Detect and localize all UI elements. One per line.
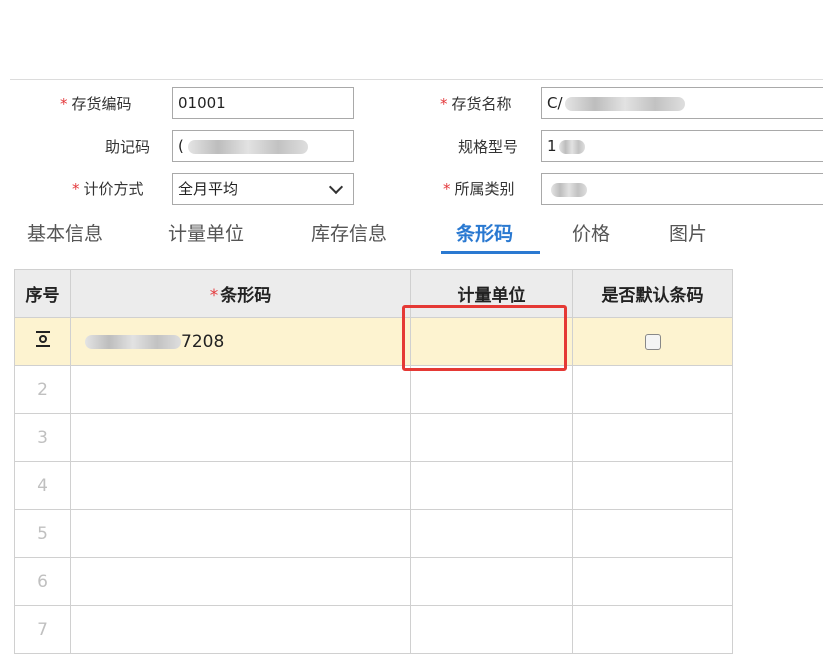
unit-cell[interactable] xyxy=(410,557,573,606)
tab-price[interactable]: 价格 xyxy=(572,219,610,246)
table-row[interactable]: 3 xyxy=(14,413,733,462)
unit-cell[interactable] xyxy=(410,413,573,462)
name-label: * 存货名称 xyxy=(440,95,512,113)
default-cell[interactable] xyxy=(572,461,733,510)
barcode-cell[interactable] xyxy=(70,365,411,414)
row-number: 4 xyxy=(14,461,71,510)
unit-cell[interactable] xyxy=(410,509,573,558)
barcode-cell[interactable] xyxy=(70,461,411,510)
default-cell[interactable] xyxy=(572,557,733,606)
mnemonic-field[interactable]: ( xyxy=(172,130,354,162)
barcode-cell[interactable] xyxy=(70,557,411,606)
default-cell[interactable] xyxy=(572,413,733,462)
default-cell xyxy=(572,317,733,366)
table-row[interactable]: 4 xyxy=(14,461,733,510)
table-row[interactable]: 7208 xyxy=(14,317,733,366)
default-cell[interactable] xyxy=(572,605,733,654)
col-header-no: 序号 xyxy=(14,269,71,318)
row-number: 5 xyxy=(14,509,71,558)
tab-basic-info[interactable]: 基本信息 xyxy=(27,219,103,246)
table-row[interactable]: 5 xyxy=(14,509,733,558)
default-cell[interactable] xyxy=(572,365,733,414)
tab-inventory-info[interactable]: 库存信息 xyxy=(311,219,387,246)
pricing-select[interactable]: 全月平均 xyxy=(172,173,354,205)
row-number: 7 xyxy=(14,605,71,654)
category-label: * 所属类别 xyxy=(443,180,515,198)
active-tab-indicator xyxy=(441,251,540,254)
chevron-down-icon xyxy=(328,179,344,195)
pricing-label: * 计价方式 xyxy=(72,180,144,198)
unit-cell[interactable] xyxy=(410,365,573,414)
name-field[interactable]: C/ xyxy=(541,87,823,119)
table-row[interactable]: 6 xyxy=(14,557,733,606)
row-number: 6 xyxy=(14,557,71,606)
row-number: 3 xyxy=(14,413,71,462)
barcode-cell[interactable]: 7208 xyxy=(70,317,411,366)
unit-cell[interactable] xyxy=(410,605,573,654)
default-cell[interactable] xyxy=(572,509,733,558)
top-divider xyxy=(10,79,823,80)
unit-cell[interactable] xyxy=(410,461,573,510)
barcode-cell[interactable] xyxy=(70,509,411,558)
tab-barcode[interactable]: 条形码 xyxy=(456,219,513,246)
highlight-annotation-box xyxy=(402,305,567,371)
barcode-cell[interactable] xyxy=(70,605,411,654)
tab-picture[interactable]: 图片 xyxy=(669,219,707,246)
barcode-cell[interactable] xyxy=(70,413,411,462)
table-header-row: 序号 * 条形码 计量单位 是否默认条码 xyxy=(14,269,733,318)
table-row[interactable]: 2 xyxy=(14,365,733,414)
code-field[interactable]: 01001 xyxy=(172,87,354,119)
row-number: 2 xyxy=(14,365,71,414)
row-settings-icon[interactable] xyxy=(14,317,71,366)
tab-measure-unit[interactable]: 计量单位 xyxy=(168,219,244,246)
table-row[interactable]: 7 xyxy=(14,605,733,654)
code-label: * 存货编码 xyxy=(60,95,132,113)
category-field[interactable] xyxy=(541,173,823,205)
spec-field[interactable]: 1 xyxy=(541,130,823,162)
col-header-default: 是否默认条码 xyxy=(572,269,733,318)
default-barcode-checkbox[interactable] xyxy=(644,333,661,350)
mnemonic-label: 助记码 xyxy=(105,138,151,156)
barcode-table: 序号 * 条形码 计量单位 是否默认条码 7208 2 3 4 5 6 7 xyxy=(14,269,733,654)
col-header-barcode: * 条形码 xyxy=(70,269,411,318)
spec-label: 规格型号 xyxy=(458,138,519,156)
